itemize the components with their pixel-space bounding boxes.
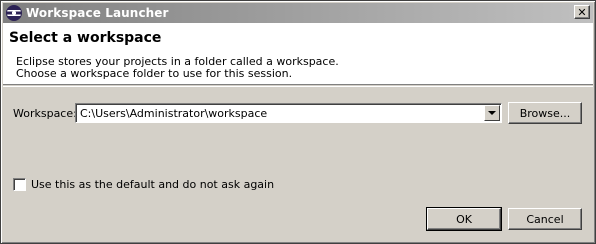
header-separator [3, 86, 593, 87]
dialog-header: Select a workspace Eclipse stores your p… [3, 23, 593, 85]
close-button[interactable]: ✕ [574, 5, 590, 19]
browse-button[interactable]: Browse... [508, 102, 582, 124]
close-icon: ✕ [577, 5, 587, 19]
workspace-path-input[interactable]: C:\Users\Administrator\workspace [80, 107, 267, 120]
dialog-heading: Select a workspace [9, 30, 162, 46]
workspace-combo[interactable]: C:\Users\Administrator\workspace [75, 103, 502, 123]
window-title: Workspace Launcher [26, 6, 169, 20]
ok-button[interactable]: OK [426, 207, 502, 231]
eclipse-logo-icon [6, 5, 22, 21]
workspace-launcher-dialog: Workspace Launcher ✕ Select a workspace … [0, 0, 596, 244]
default-workspace-checkbox[interactable] [13, 178, 26, 191]
cancel-button[interactable]: Cancel [508, 208, 582, 230]
dropdown-arrow-icon [488, 111, 496, 115]
dropdown-arrow-button[interactable] [484, 105, 500, 121]
workspace-label: Workspace: [13, 107, 77, 120]
title-bar[interactable]: Workspace Launcher ✕ [3, 3, 593, 23]
default-workspace-checkbox-label[interactable]: Use this as the default and do not ask a… [31, 178, 274, 191]
description-line-2: Choose a workspace folder to use for thi… [16, 67, 293, 80]
